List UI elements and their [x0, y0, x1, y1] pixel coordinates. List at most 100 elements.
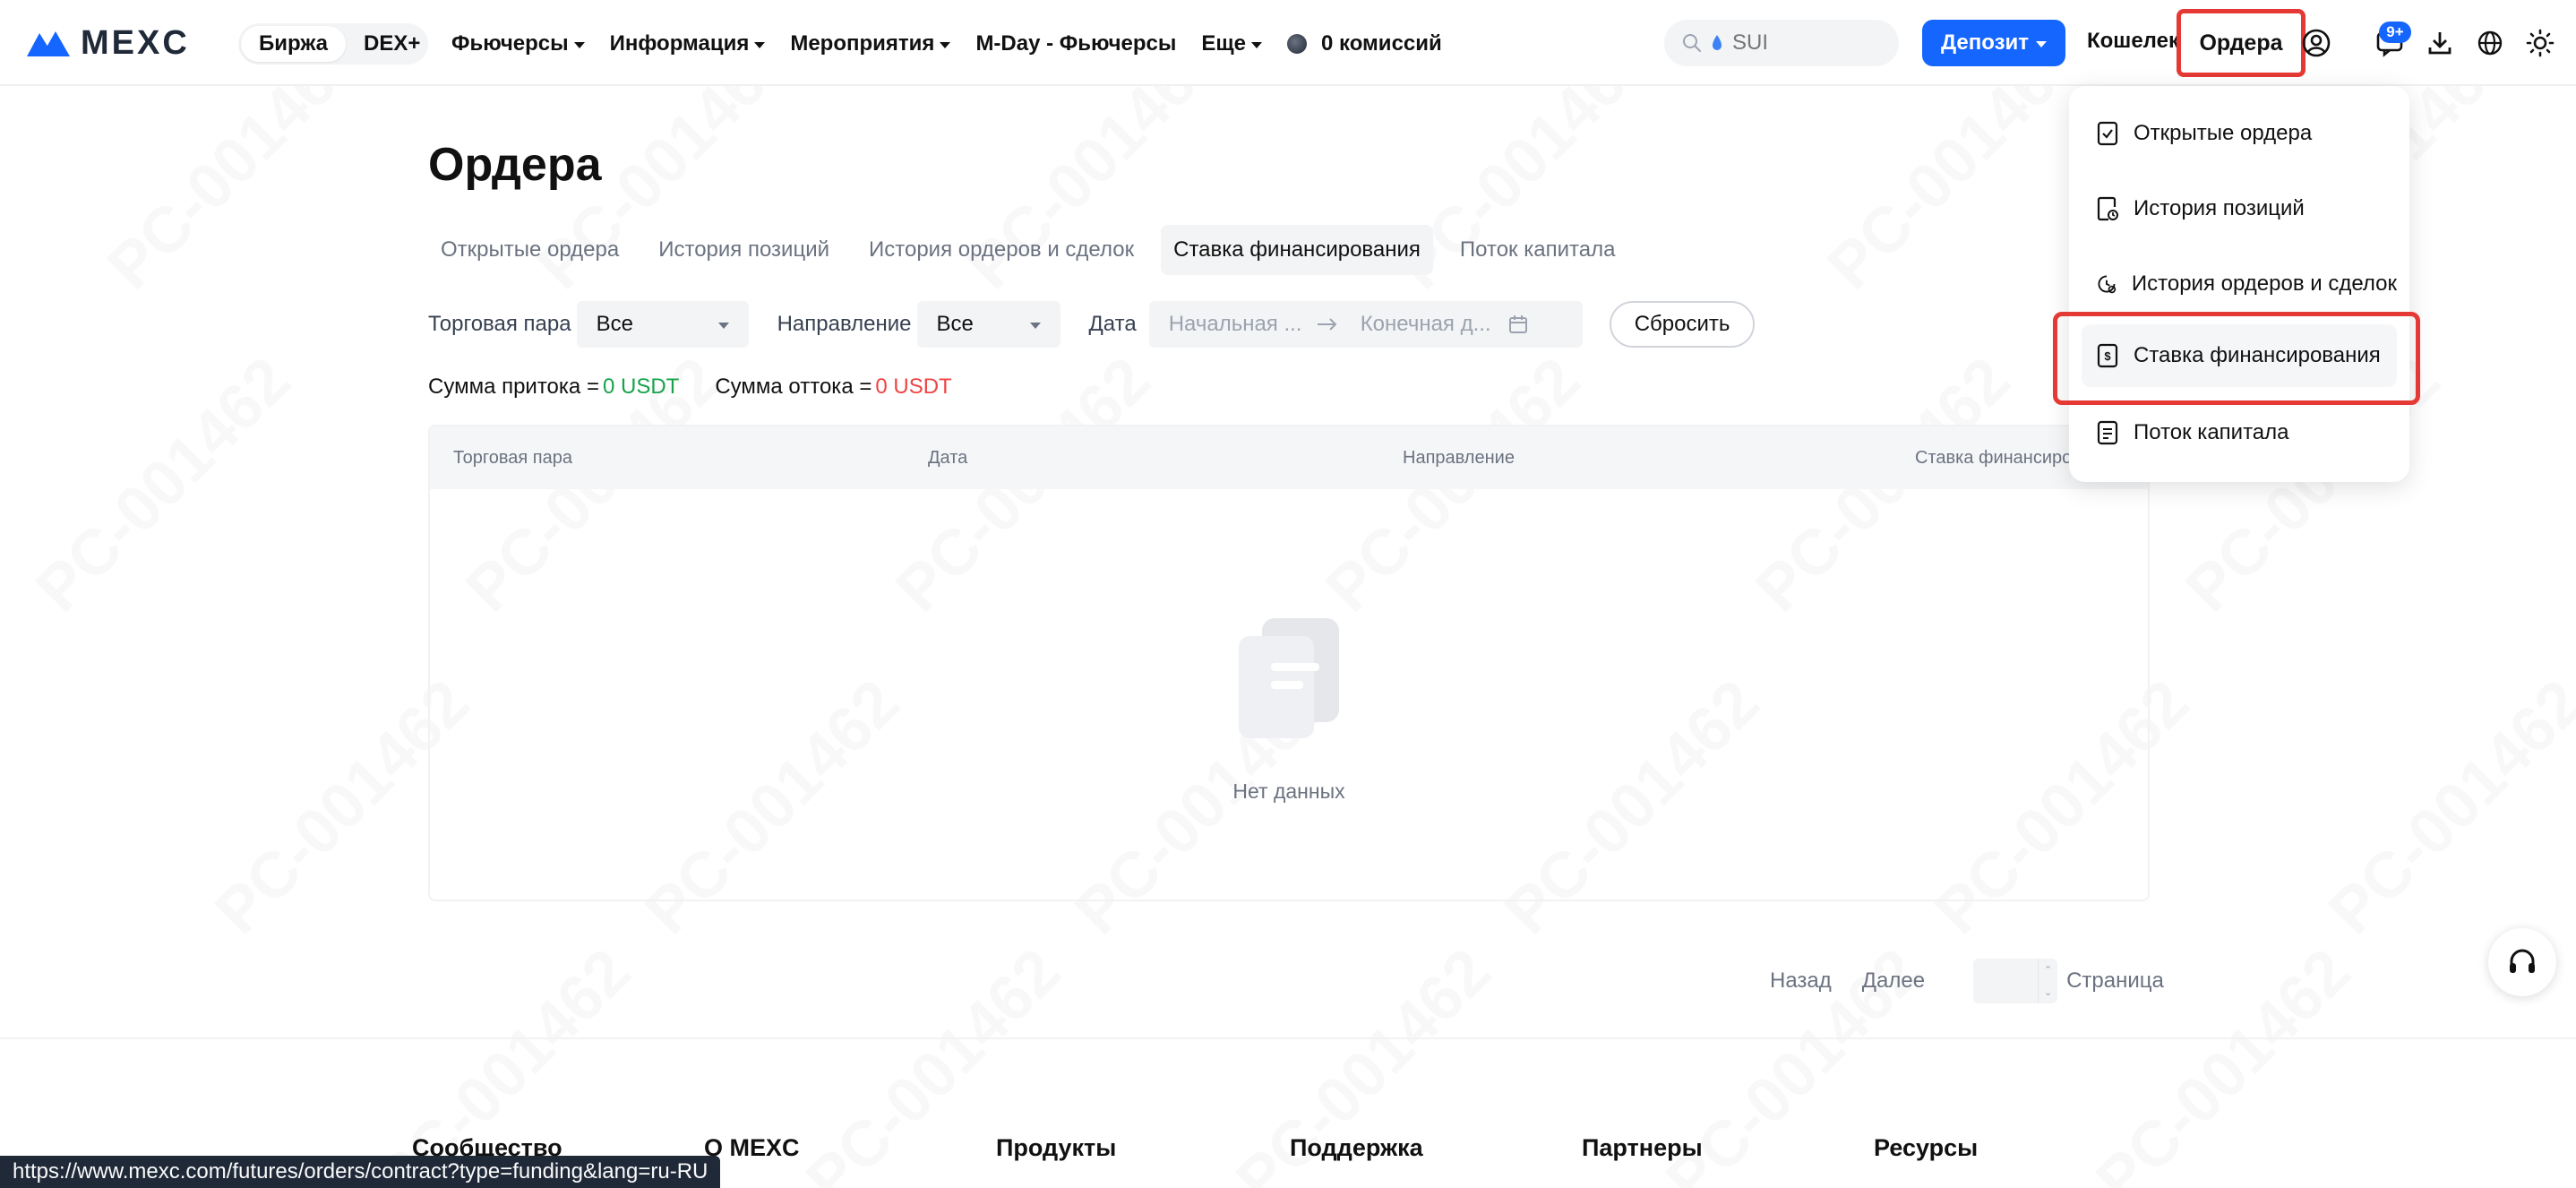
footer-partners[interactable]: Партнеры — [1582, 1134, 1703, 1162]
column-trading-pair: Торговая пара — [453, 448, 572, 468]
sum-summary: Сумма притока = 0 USDT Сумма оттока = 0 … — [428, 373, 952, 401]
logo-text: MEXC — [81, 23, 190, 62]
search-box[interactable] — [1664, 20, 1899, 66]
funding-rate-highlight-box — [2053, 312, 2420, 405]
watermark-text: PC-001462 — [21, 343, 305, 626]
nav-events[interactable]: Мероприятия — [790, 31, 951, 56]
caret-down-icon — [2036, 40, 2047, 47]
stepper-down-icon[interactable]: ⌄ — [2044, 986, 2052, 998]
pair-filter-label: Торговая пара — [428, 312, 571, 336]
deposit-label: Депозит — [1940, 30, 2029, 55]
footer-divider — [0, 1037, 2576, 1039]
column-direction: Направление — [1403, 448, 1515, 468]
tab-funding-rate[interactable]: Ставка финансирования — [1161, 225, 1433, 275]
notification-badge: 9+ — [2379, 22, 2411, 43]
tab-open-orders[interactable]: Открытые ордера — [428, 225, 631, 275]
theme-sun-icon[interactable] — [2522, 25, 2558, 61]
nav-orders[interactable]: Ордера — [2177, 9, 2306, 77]
globe-icon[interactable] — [2472, 25, 2508, 61]
pair-select-value: Все — [596, 312, 633, 336]
pagination: Назад Далее ⌃ ⌄ Страница — [1770, 959, 2164, 1003]
orders-label: Ордера — [2199, 30, 2283, 56]
direction-filter-label: Направление — [777, 312, 912, 336]
direction-select[interactable]: Все — [916, 301, 1060, 348]
menu-item-label: История позиций — [2134, 196, 2305, 220]
support-chat-button[interactable] — [2488, 928, 2556, 996]
mexc-logo[interactable]: MEXC — [25, 23, 190, 62]
menu-item-capital-flow[interactable]: Поток капитала — [2082, 401, 2397, 464]
pair-select[interactable]: Все — [576, 301, 749, 348]
nav-information[interactable]: Информация — [610, 31, 766, 56]
empty-text: Нет данных — [1232, 779, 1345, 803]
sui-drop-icon — [1713, 35, 1722, 50]
menu-item-label: История ордеров и сделок — [2131, 271, 2397, 296]
page-number-input[interactable]: ⌃ ⌄ — [1973, 959, 2058, 1003]
outflow-label: Сумма оттока = — [715, 374, 872, 399]
clock-document-icon — [2097, 196, 2118, 221]
tab-order-trade-history[interactable]: История ордеров и сделок — [856, 225, 1146, 275]
tab-position-history[interactable]: История позиций — [646, 225, 842, 275]
direction-select-value: Все — [936, 312, 974, 336]
menu-item-open-orders[interactable]: Открытые ордера — [2082, 102, 2397, 165]
start-date-input[interactable]: Начальная ... — [1169, 312, 1303, 337]
empty-state: Нет данных — [430, 615, 2148, 804]
orders-tabs: Открытые ордера История позиций История … — [428, 224, 1627, 276]
end-date-input[interactable]: Конечная д... — [1361, 312, 1495, 337]
main-nav: Фьючерсы Информация Мероприятия M-Day - … — [451, 23, 1467, 65]
footer-support[interactable]: Поддержка — [1290, 1134, 1423, 1162]
outflow-value: 0 USDT — [875, 374, 952, 399]
menu-item-order-trade-history[interactable]: История ордеров и сделок — [2082, 253, 2397, 315]
caret-down-icon — [940, 41, 951, 48]
check-document-icon — [2097, 121, 2118, 146]
inflow-label: Сумма притока = — [428, 374, 599, 399]
user-profile-icon[interactable] — [2298, 25, 2334, 61]
watermark-text: PC-001462 — [2314, 666, 2576, 949]
date-range-picker[interactable]: Начальная ... Конечная д... — [1148, 301, 1583, 348]
download-icon[interactable] — [2422, 25, 2458, 61]
stepper-up-icon[interactable]: ⌃ — [2044, 964, 2052, 976]
deposit-button[interactable]: Депозит — [1922, 20, 2065, 66]
no-data-icon — [1239, 618, 1339, 738]
segment-exchange[interactable]: Биржа — [241, 26, 347, 62]
search-input[interactable] — [1732, 30, 1893, 56]
exchange-switch: Биржа DEX+ — [238, 23, 428, 65]
footer-products[interactable]: Продукты — [996, 1134, 1116, 1162]
column-date: Дата — [928, 448, 968, 468]
page-title: Ордера — [428, 139, 602, 191]
page-label: Страница — [2066, 968, 2164, 993]
calendar-icon — [1508, 315, 1527, 333]
nav-more[interactable]: Еще — [1201, 31, 1262, 56]
footer-resources[interactable]: Ресурсы — [1874, 1134, 1978, 1162]
headset-icon — [2510, 949, 2535, 973]
nav-mday-futures[interactable]: M-Day - Фьючерсы — [975, 31, 1176, 56]
top-nav: MEXC Биржа DEX+ Фьючерсы Информация Меро… — [0, 0, 2576, 86]
arrow-right-icon — [1317, 318, 1337, 331]
page-stepper[interactable]: ⌃ ⌄ — [2038, 959, 2057, 1003]
nav-zero-fee[interactable]: 0 комиссий — [1287, 31, 1442, 56]
date-filter-label: Дата — [1088, 312, 1137, 336]
menu-item-label: Открытые ордера — [2134, 121, 2313, 145]
caret-down-icon — [717, 322, 729, 329]
column-funding-rate: Ставка финансирования — [1915, 448, 2085, 468]
menu-item-position-history[interactable]: История позиций — [2082, 177, 2397, 240]
next-page-button[interactable]: Далее — [1862, 968, 1925, 994]
funding-rate-table: Торговая пара Дата Направление Ставка фи… — [428, 425, 2150, 901]
caret-down-icon — [1029, 322, 1041, 329]
browser-status-url: https://www.mexc.com/futures/orders/cont… — [0, 1156, 721, 1188]
nav-wallet[interactable]: Кошелек — [2087, 29, 2179, 54]
prev-page-button[interactable]: Назад — [1770, 968, 1832, 994]
list-document-icon — [2097, 420, 2118, 445]
history-clock-icon — [2098, 275, 2117, 294]
nav-futures[interactable]: Фьючерсы — [451, 31, 585, 56]
inflow-value: 0 USDT — [602, 374, 680, 399]
table-header: Торговая пара Дата Направление Ставка фи… — [430, 426, 2148, 489]
search-icon — [1683, 34, 1701, 52]
filter-bar: Торговая пара Все Направление Все Дата Н… — [428, 301, 1756, 348]
segment-dex[interactable]: DEX+ — [346, 26, 438, 62]
mexc-logo-icon — [27, 31, 70, 56]
orders-dropdown-menu: Открытые ордера История позиций История … — [2069, 86, 2409, 482]
reset-button[interactable]: Сбросить — [1609, 301, 1756, 348]
tab-capital-flow[interactable]: Поток капитала — [1447, 225, 1628, 275]
caret-down-icon — [573, 41, 585, 48]
caret-down-icon — [754, 41, 766, 48]
